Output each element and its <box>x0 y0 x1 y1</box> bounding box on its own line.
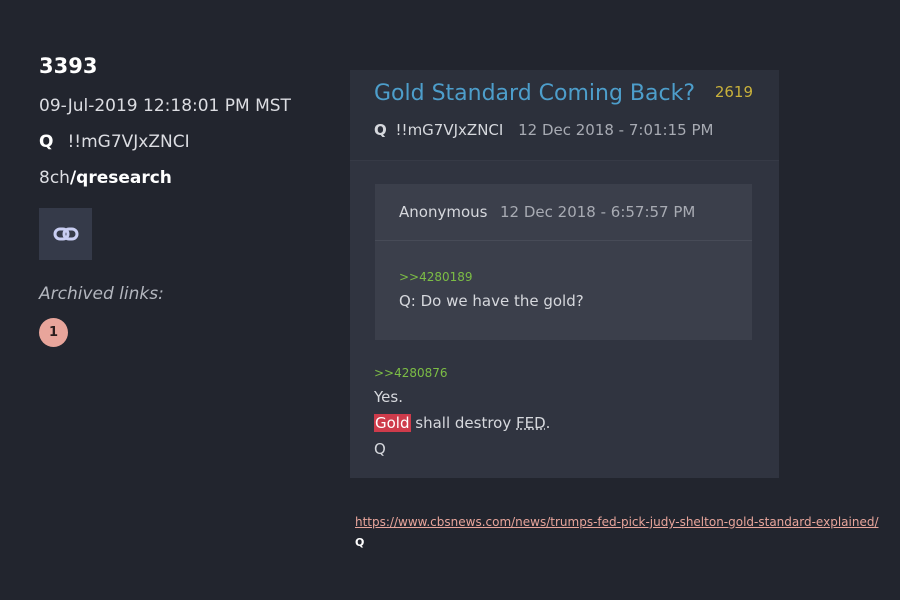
quoted-post: Anonymous 12 Dec 2018 - 6:57:57 PM >>428… <box>375 184 752 340</box>
screenshot-tripcode: !!mG7VJxZNCI <box>395 121 504 139</box>
highlighted-word: Gold <box>374 414 411 432</box>
author-row: Q !!mG7VJxZNCI <box>39 130 299 154</box>
screenshot-title: Gold Standard Coming Back? <box>374 81 696 106</box>
reply-line-1: Yes. <box>374 388 403 406</box>
author-name: Q <box>39 132 54 152</box>
board-name[interactable]: /qresearch <box>70 168 172 188</box>
quoted-date: 12 Dec 2018 - 6:57:57 PM <box>500 203 696 221</box>
screenshot-date: 12 Dec 2018 - 7:01:15 PM <box>518 121 714 139</box>
archived-links-label: Archived links: <box>39 284 164 304</box>
screenshot-header: Gold Standard Coming Back? 2619 Q !!mG7V… <box>350 70 779 161</box>
link-icon <box>53 227 78 241</box>
fed-word: FED <box>516 414 546 432</box>
quoted-reply-link: >>4280189 <box>399 270 473 284</box>
quoted-post-header: Anonymous 12 Dec 2018 - 6:57:57 PM <box>375 184 752 241</box>
reply-line-2-end: . <box>545 414 551 432</box>
quoted-author: Anonymous <box>399 203 488 221</box>
post-meta: 3393 09-Jul-2019 12:18:01 PM MST Q !!mG7V… <box>39 52 299 347</box>
source-url-link[interactable]: https://www.cbsnews.com/news/trumps-fed-… <box>355 515 878 529</box>
screenshot-author-name: Q <box>374 121 387 139</box>
screenshot-count: 2619 <box>714 83 753 101</box>
screenshot-author: Q !!mG7VJxZNCI 12 Dec 2018 - 7:01:15 PM <box>374 121 713 139</box>
post-screenshot: Gold Standard Coming Back? 2619 Q !!mG7V… <box>350 70 779 478</box>
reply-line-2-middle: shall destroy <box>410 414 516 432</box>
board-row: 8ch/qresearch <box>39 166 299 190</box>
post-date: 09-Jul-2019 12:18:01 PM MST <box>39 96 291 116</box>
reply-line-2: Gold shall destroy FED. <box>374 414 550 432</box>
permalink-button[interactable] <box>39 208 92 260</box>
archive-link-badge[interactable]: 1 <box>39 318 68 347</box>
board-prefix: 8ch <box>39 168 70 188</box>
author-tripcode: !!mG7VJxZNCI <box>67 132 190 152</box>
reply-line-3: Q <box>374 440 386 458</box>
signature: Q <box>355 536 365 549</box>
reply-link: >>4280876 <box>374 366 448 380</box>
post-number: 3393 <box>39 54 98 78</box>
quoted-text: Q: Do we have the gold? <box>399 292 584 310</box>
